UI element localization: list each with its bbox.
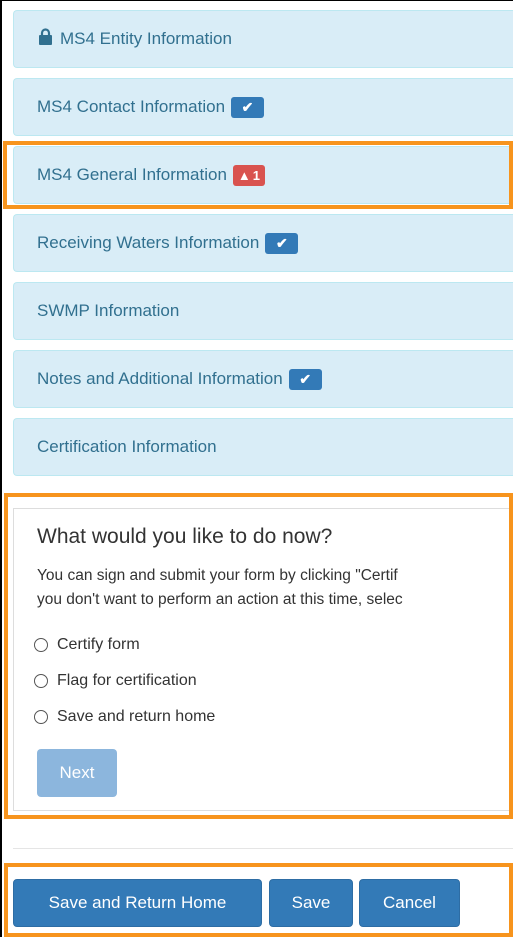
next-button[interactable]: Next [37, 749, 117, 797]
radio-button[interactable] [34, 710, 48, 724]
checkmark-icon: ✔ [288, 368, 322, 390]
section-entity-label: MS4 Entity Information [60, 29, 232, 48]
radio-save-return-home[interactable]: Save and return home [34, 708, 215, 726]
action-panel: What would you like to do now? You can s… [13, 508, 513, 811]
radio-button[interactable] [34, 674, 48, 688]
panel-text-line1: You can sign and submit your form by cli… [37, 567, 398, 584]
section-swmp[interactable]: SWMP Information [13, 282, 513, 340]
warning-badge: ▲ 1 [232, 164, 266, 186]
window-border-top [0, 0, 513, 1]
section-contact-label: MS4 Contact Information [37, 97, 226, 116]
section-notes-label: Notes and Additional Information [37, 369, 283, 388]
radio-button[interactable] [34, 638, 48, 652]
save-button[interactable]: Save [269, 879, 353, 927]
radio-label: Save and return home [57, 708, 216, 725]
checkmark-icon: ✔ [265, 232, 299, 254]
panel-text-line2: you don't want to perform an action at t… [37, 591, 403, 608]
section-contact[interactable]: MS4 Contact Information ✔ [13, 78, 513, 136]
radio-label: Certify form [57, 636, 140, 653]
section-swmp-label: SWMP Information [37, 301, 180, 320]
save-and-return-home-button[interactable]: Save and Return Home [13, 879, 262, 927]
section-general[interactable]: MS4 General Information ▲ 1 [13, 146, 513, 204]
section-certification-label: Certification Information [37, 437, 217, 456]
section-certification[interactable]: Certification Information [13, 418, 513, 476]
divider [13, 848, 513, 849]
window-border-left [0, 0, 2, 937]
lock-icon [37, 28, 54, 50]
warning-count: 1 [252, 167, 261, 183]
section-receiving-label: Receiving Waters Information [37, 233, 260, 252]
panel-instructions: You can sign and submit your form by cli… [37, 564, 513, 612]
cancel-button[interactable]: Cancel [359, 879, 460, 927]
warning-triangle-icon: ▲ [237, 167, 251, 183]
section-notes[interactable]: Notes and Additional Information ✔ [13, 350, 513, 408]
section-general-label: MS4 General Information [37, 165, 227, 184]
section-entity[interactable]: MS4 Entity Information [13, 10, 513, 68]
panel-title: What would you like to do now? [37, 525, 333, 548]
radio-flag-certification[interactable]: Flag for certification [34, 672, 197, 690]
checkmark-icon: ✔ [231, 96, 265, 118]
radio-certify-form[interactable]: Certify form [34, 636, 140, 654]
section-receiving-waters[interactable]: Receiving Waters Information ✔ [13, 214, 513, 272]
radio-label: Flag for certification [57, 672, 197, 689]
